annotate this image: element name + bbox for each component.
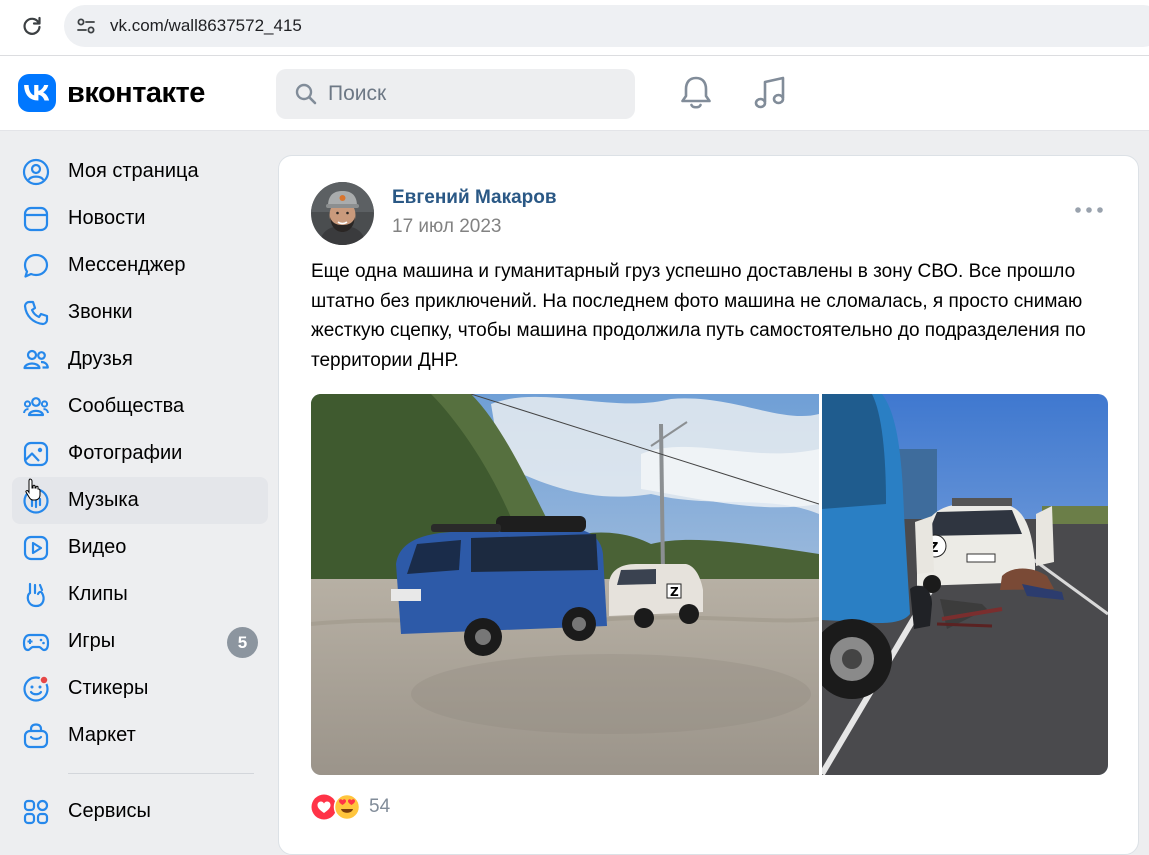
games-count-badge: 5 <box>227 627 258 658</box>
sidebar-item-stickers[interactable]: Стикеры <box>12 665 268 712</box>
sidebar-item-games[interactable]: Игры 5 <box>12 618 268 665</box>
more-horizontal-icon[interactable] <box>1074 203 1104 217</box>
phone-icon <box>23 300 49 326</box>
reload-icon[interactable] <box>20 14 44 38</box>
sidebar-item-video[interactable]: Видео <box>12 524 268 571</box>
sidebar-item-label: Сообщества <box>68 395 185 417</box>
sidebar-item-photos[interactable]: Фотографии <box>12 430 268 477</box>
sidebar-item-label: Звонки <box>68 301 133 323</box>
news-icon <box>23 206 49 232</box>
sidebar-item-label: Сервисы <box>68 800 151 822</box>
sidebar-item-label: Маркет <box>68 724 136 746</box>
sidebar-item-label: Фотографии <box>68 442 183 464</box>
services-grid-icon <box>23 799 49 825</box>
reactions-count: 54 <box>369 796 391 817</box>
clips-icon <box>26 582 45 608</box>
vk-logo[interactable]: вконтакте <box>18 74 205 112</box>
url-text[interactable]: vk.com/wall8637572_415 <box>110 16 302 36</box>
friends-icon <box>23 349 49 370</box>
market-bag-icon <box>23 723 49 749</box>
logo-text: вконтакте <box>67 76 205 109</box>
sidebar-item-label: Игры <box>68 630 116 652</box>
sidebar-item-label: Новости <box>68 207 146 229</box>
sidebar-item-friends[interactable]: Друзья <box>12 336 268 383</box>
sidebar-item-communities[interactable]: Сообщества <box>12 383 268 430</box>
tune-icon[interactable] <box>76 16 96 36</box>
sidebar-item-calls[interactable]: Звонки <box>12 289 268 336</box>
message-icon <box>23 253 49 278</box>
left-sidebar: Моя страница Новости Мессенджер Звонки Д… <box>12 148 268 835</box>
sidebar-item-my-page[interactable]: Моя страница <box>12 148 268 195</box>
post-author-link[interactable]: Евгений Макаров <box>392 187 557 209</box>
sidebar-item-clips[interactable]: Клипы <box>12 571 268 618</box>
communities-icon <box>23 397 49 417</box>
browser-toolbar: vk.com/wall8637572_415 <box>0 0 1149 56</box>
music-note-icon[interactable] <box>752 74 788 112</box>
video-icon <box>23 535 49 561</box>
sidebar-item-music[interactable]: Музыка <box>12 477 268 524</box>
sticker-icon <box>23 675 49 702</box>
avatar[interactable] <box>311 182 374 245</box>
search-input[interactable] <box>328 77 618 111</box>
address-bar[interactable]: vk.com/wall8637572_415 <box>64 5 1149 47</box>
sidebar-item-label: Моя страница <box>68 160 199 182</box>
sidebar-item-messenger[interactable]: Мессенджер <box>12 242 268 289</box>
photo-icon <box>23 441 49 467</box>
bell-icon[interactable] <box>678 74 714 112</box>
search-icon <box>295 83 317 105</box>
heart-eyes-reaction-icon <box>333 793 361 821</box>
mouse-cursor-icon <box>25 478 41 501</box>
sidebar-item-label: Стикеры <box>68 677 149 699</box>
site-header: вконтакте <box>0 56 1149 131</box>
post-text: Еще одна машина и гуманитарный груз успе… <box>311 261 1086 371</box>
svg-text:Z: Z <box>670 585 679 599</box>
vk-logo-icon <box>18 74 56 112</box>
sidebar-item-label: Мессенджер <box>68 254 186 276</box>
reactions-bar[interactable]: 54 <box>311 793 390 821</box>
sidebar-item-label: Музыка <box>68 489 139 511</box>
sidebar-item-news[interactable]: Новости <box>12 195 268 242</box>
wall-post: Евгений Макаров 17 июл 2023 Еще одна маш… <box>278 155 1139 855</box>
sidebar-item-market[interactable]: Маркет <box>12 712 268 759</box>
sidebar-item-label: Клипы <box>68 583 128 605</box>
sidebar-item-label: Друзья <box>68 348 133 370</box>
sidebar-item-label: Видео <box>68 536 127 558</box>
search-box[interactable] <box>276 69 635 119</box>
sidebar-divider <box>68 773 254 774</box>
post-date-link[interactable]: 17 июл 2023 <box>392 216 502 238</box>
gamepad-icon <box>22 633 50 652</box>
photo-van-and-niva[interactable]: Z <box>311 394 819 775</box>
user-circle-icon <box>22 158 50 186</box>
photo-towing-hitch[interactable]: Z <box>822 394 1108 775</box>
sidebar-item-services[interactable]: Сервисы <box>12 788 268 835</box>
